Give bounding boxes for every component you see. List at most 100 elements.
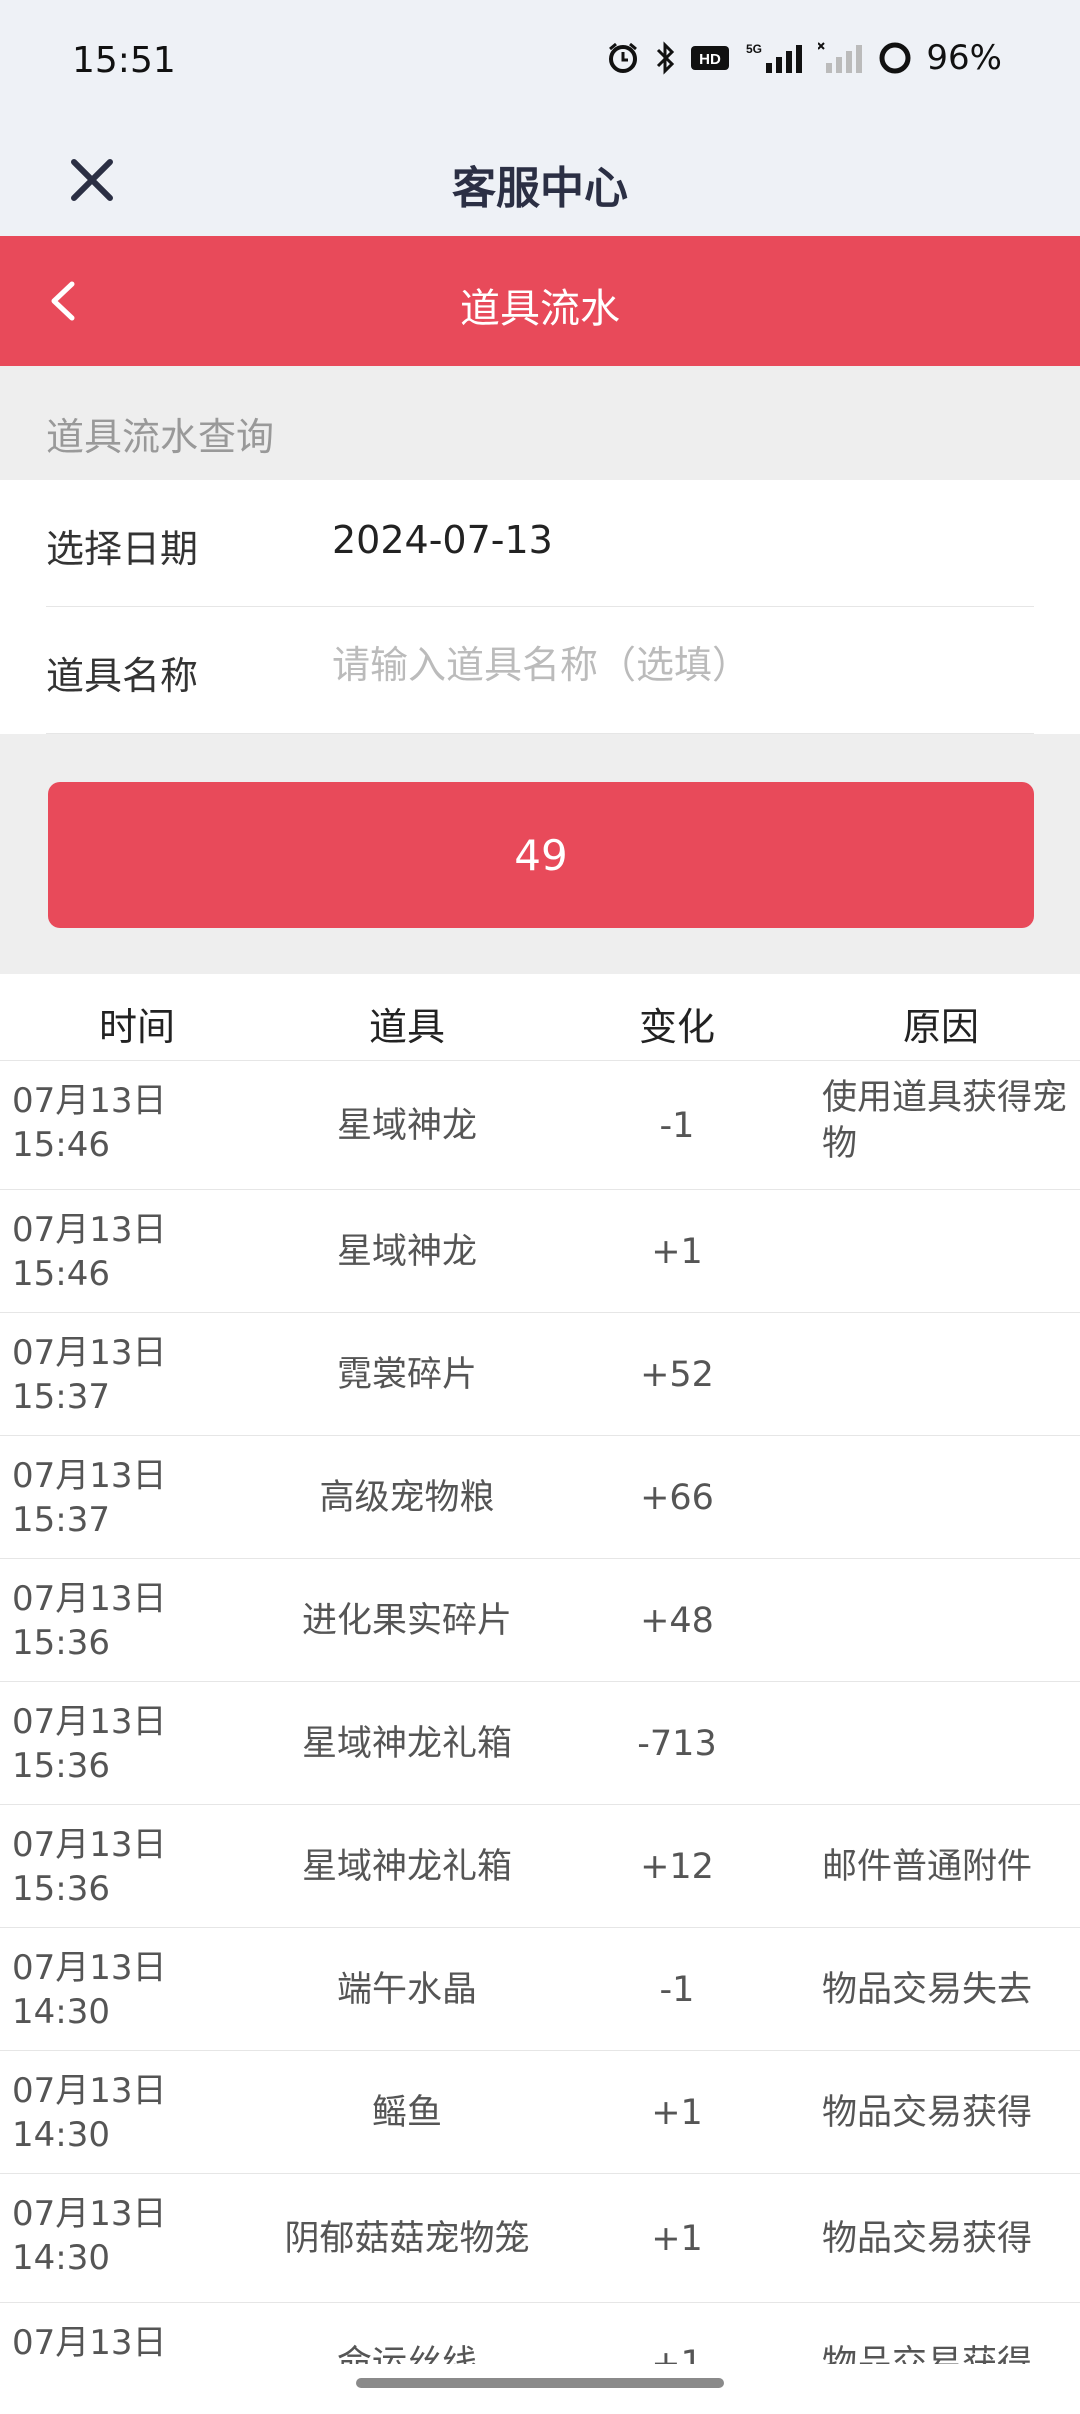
item-label: 道具名称 <box>46 654 199 698</box>
table-header: 时间 道具 变化 原因 <box>0 974 1080 1061</box>
table-row: 07月13日 14:30 鳐鱼 +1 物品交易获得 <box>0 2051 1080 2174</box>
query-button[interactable]: 49 <box>48 782 1034 928</box>
row-change: +1 <box>651 2343 703 2365</box>
row-item: 星域神龙礼箱 <box>301 1723 512 1764</box>
section-label-text: 道具流水查询 <box>46 415 275 459</box>
row-clock: 15:46 <box>12 1254 110 1294</box>
bluetooth-icon <box>654 41 676 75</box>
row-reason: 物品交易获得 <box>822 2092 1033 2133</box>
query-form: 选择日期 2024-07-13 道具名称 <box>0 480 1080 734</box>
status-time: 15:51 <box>72 40 176 81</box>
row-time: 07月13日14:30 <box>12 2069 242 2157</box>
row-clock: 15:36 <box>12 1869 110 1909</box>
section-label: 道具流水查询 <box>0 366 1080 480</box>
5g-signal-icon: 5G <box>744 41 804 75</box>
row-date: 07月13日 <box>12 1456 167 1496</box>
row-reason: 邮件普通附件 <box>822 1846 1033 1887</box>
row-time: 07月13日 15:46 <box>12 1208 242 1296</box>
row-date: 07月13日 <box>12 2323 167 2363</box>
button-area: 49 <box>0 734 1080 974</box>
row-clock: 15:37 <box>12 1500 110 1540</box>
table-row: 07月13日 15:46 星域神龙 -1 使用道具获得宠物 <box>0 1061 1080 1190</box>
row-time: 07月13日 15:46 <box>12 1079 242 1167</box>
svg-text:5G: 5G <box>746 42 762 56</box>
row-date: 07月13日 <box>12 2071 167 2111</box>
row-reason: 物品交易获得 <box>822 2343 1033 2365</box>
app-title: 客服中心 <box>452 163 628 214</box>
row-change: +1 <box>651 1231 703 1272</box>
row-change: +52 <box>640 1354 714 1395</box>
row-reason: 使用道具获得宠物 <box>822 1078 1068 1164</box>
row-item: 高级宠物粮 <box>319 1477 495 1518</box>
row-change: -1 <box>659 1969 695 2010</box>
row-clock: 14:30 <box>12 2115 110 2155</box>
hd-icon: HD <box>690 44 730 72</box>
table-body: 07月13日 15:46 星域神龙 -1 使用道具获得宠物 07月13日 15:46 星域神龙… <box>0 1061 1080 2364</box>
row-clock: 15:46 <box>12 1125 110 1165</box>
table-row: 07月13日 14:30 端午水晶 -1 物品交易失去 <box>0 1928 1080 2051</box>
page-title: 道具流水 <box>460 286 620 332</box>
table-row: 07月13日 15:37 霓裳碎片 +52 <box>0 1313 1080 1436</box>
row-item: 星域神龙 <box>336 1105 477 1146</box>
row-clock: 15:37 <box>12 1377 110 1417</box>
row-clock: 15:36 <box>12 1746 110 1786</box>
page-header: 道具流水 <box>0 236 1080 366</box>
row-change: +66 <box>640 1477 714 1518</box>
row-time: 07月13日14:30 <box>12 2321 242 2364</box>
row-change: +1 <box>651 2218 703 2259</box>
battery-percent: 96% <box>926 38 1002 78</box>
row-date: 07月13日 <box>12 1825 167 1865</box>
row-date: 07月13日 <box>12 1210 167 1250</box>
status-bar: 15:51 HD 5G 96% <box>0 0 1080 128</box>
row-date: 07月13日 <box>12 1948 167 1988</box>
row-date: 07月13日 <box>12 1081 167 1121</box>
row-item: 端午水晶 <box>336 1969 477 2010</box>
table-row: 07月13日 15:46 星域神龙 +1 <box>0 1190 1080 1313</box>
row-date: 07月13日 <box>12 1333 167 1373</box>
svg-text:HD: HD <box>700 51 722 68</box>
signal-icon <box>818 41 864 75</box>
row-time: 07月13日 15:36 <box>12 1577 242 1665</box>
table-row: 07月13日 15:37 高级宠物粮 +66 <box>0 1436 1080 1559</box>
item-row: 道具名称 <box>0 607 1080 733</box>
row-time: 07月13日14:30 <box>12 2192 242 2280</box>
status-icons: HD 5G 96% <box>606 38 1002 78</box>
row-item: 星域神龙礼箱 <box>301 1846 512 1887</box>
row-time: 07月13日 15:37 <box>12 1454 242 1542</box>
row-item: 鳐鱼 <box>371 2092 442 2133</box>
table-row: 07月13日14:30 命运丝线 +1 物品交易获得 <box>0 2303 1080 2364</box>
row-date: 07月13日 <box>12 1702 167 1742</box>
table-row: 07月13日 14:30 阴郁菇菇宠物笼 +1 物品交易获得 <box>0 2174 1080 2303</box>
row-clock: 14:30 <box>12 2238 110 2278</box>
date-value[interactable]: 2024-07-13 <box>332 518 553 562</box>
row-clock: 15:36 <box>12 1623 110 1663</box>
row-time: 07月13日 15:37 <box>12 1331 242 1419</box>
header-item: 道具 <box>368 1005 445 1049</box>
row-item: 霓裳碎片 <box>336 1354 477 1395</box>
table-row: 07月13日 15:36 星域神龙礼箱 +12 邮件普通附件 <box>0 1805 1080 1928</box>
row-change: -713 <box>637 1723 717 1764</box>
row-change: +12 <box>640 1846 714 1887</box>
row-change: +48 <box>640 1600 714 1641</box>
header-change: 变化 <box>638 1005 715 1049</box>
record-table: 时间 道具 变化 原因 07月13日 15:46 星域神龙 -1 使用道具获得宠物 07月… <box>0 974 1080 2364</box>
item-name-input[interactable] <box>332 635 1012 695</box>
battery-icon <box>878 41 912 75</box>
row-clock: 14:30 <box>12 1992 110 2032</box>
app-header: 客服中心 <box>0 128 1080 236</box>
row-item: 星域神龙 <box>336 1231 477 1272</box>
row-time: 07月13日14:30 <box>12 1946 242 2034</box>
row-reason: 物品交易获得 <box>822 2218 1033 2259</box>
home-indicator[interactable] <box>356 2378 724 2388</box>
row-date: 07月13日 <box>12 2194 167 2234</box>
row-item: 命运丝线 <box>336 2343 477 2365</box>
row-reason: 物品交易失去 <box>822 1969 1033 2010</box>
table-row: 07月13日 15:36 星域神龙礼箱 -713 <box>0 1682 1080 1805</box>
row-date: 07月13日 <box>12 1579 167 1619</box>
date-row[interactable]: 选择日期 2024-07-13 <box>0 480 1080 606</box>
row-change: +1 <box>651 2092 703 2133</box>
row-item: 进化果实碎片 <box>301 1600 512 1641</box>
row-change: -1 <box>659 1105 695 1146</box>
alarm-icon <box>606 41 640 75</box>
header-reason: 原因 <box>902 1005 979 1049</box>
